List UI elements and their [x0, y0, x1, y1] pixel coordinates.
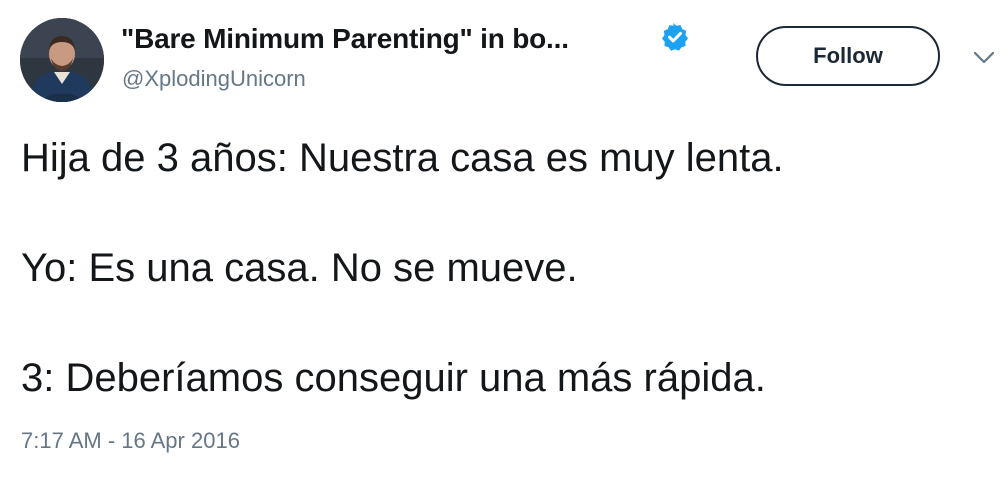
user-handle[interactable]: @XplodingUnicorn [122, 66, 306, 92]
avatar-photo [20, 18, 104, 102]
tweet-text: Hija de 3 años: Nuestra casa es muy lent… [21, 130, 981, 406]
chevron-down-icon[interactable] [972, 50, 996, 66]
follow-button[interactable]: Follow [756, 26, 940, 86]
verified-badge-icon [662, 23, 688, 51]
tweet-line: Yo: Es una casa. No se mueve. [21, 246, 578, 290]
tweet-card: "Bare Minimum Parenting" in bo... @Xplod… [0, 0, 1008, 477]
display-name[interactable]: "Bare Minimum Parenting" in bo... [121, 23, 569, 55]
avatar[interactable] [20, 18, 104, 102]
tweet-line: 3: Deberíamos conseguir una más rápida. [21, 356, 766, 400]
tweet-timestamp[interactable]: 7:17 AM - 16 Apr 2016 [21, 428, 240, 454]
tweet-line: Hija de 3 años: Nuestra casa es muy lent… [21, 136, 784, 180]
